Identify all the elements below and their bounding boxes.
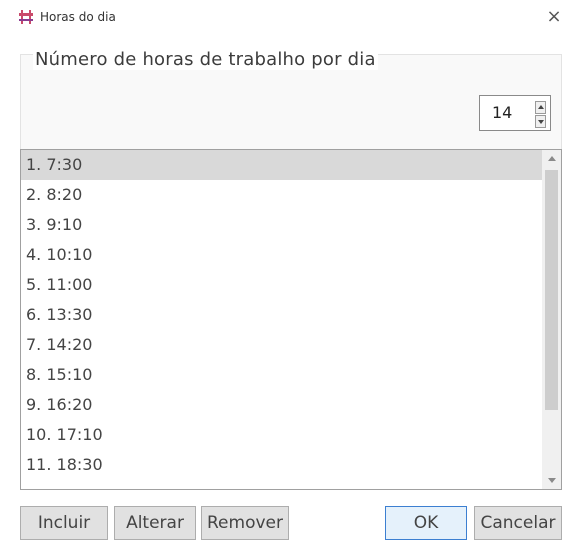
list-item[interactable]: 6. 13:30 [21,300,543,330]
title-bar[interactable]: Horas do dia × [0,0,579,36]
hours-spinner[interactable]: 14 [479,95,551,131]
list-item[interactable]: 2. 8:20 [21,180,543,210]
spin-up-arrow-icon[interactable] [535,101,546,114]
list-item[interactable]: 3. 9:10 [21,210,543,240]
list-item[interactable]: 5. 11:00 [21,270,543,300]
scroll-down-arrow-icon[interactable] [542,473,561,489]
vertical-scrollbar[interactable] [542,150,561,489]
alter-button[interactable]: Alterar [114,506,196,540]
group-label: Número de horas de trabalho por dia [33,49,378,70]
list-item[interactable]: 4. 10:10 [21,240,543,270]
hours-per-day-group: Número de horas de trabalho por dia 14 [20,49,562,150]
list-item[interactable]: 7. 14:20 [21,330,543,360]
app-window-icon [18,9,34,25]
ok-button[interactable]: OK [385,506,467,540]
list-item[interactable]: 10. 17:10 [21,420,543,450]
list-item[interactable]: 9. 16:20 [21,390,543,420]
scroll-up-arrow-icon[interactable] [542,150,561,166]
remove-button[interactable]: Remover [201,506,289,540]
spin-down-arrow-icon[interactable] [535,115,546,128]
close-icon[interactable]: × [543,6,565,28]
cancel-button[interactable]: Cancelar [474,506,562,540]
list-items-container: 1. 7:30 2. 8:20 3. 9:10 4. 10:10 5. 11:00 6. … [21,150,543,480]
scroll-thumb[interactable] [545,170,558,410]
list-item[interactable]: 11. 18:30 [21,450,543,480]
window-title: Horas do dia [40,10,116,24]
hours-spinner-value[interactable]: 14 [492,103,512,122]
include-button[interactable]: Incluir [20,506,108,540]
dialog-window: Horas do dia × Número de horas de trabal… [0,0,579,548]
list-item[interactable]: 8. 15:10 [21,360,543,390]
hours-listbox[interactable]: 1. 7:30 2. 8:20 3. 9:10 4. 10:10 5. 11:00 6. … [20,149,562,490]
list-item[interactable]: 1. 7:30 [21,150,543,180]
